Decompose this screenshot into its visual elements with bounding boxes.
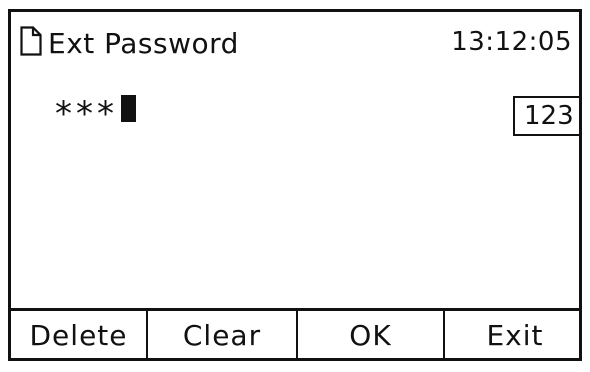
lcd-screen: Ext Password 13:12:05 *** 123 Delete Cle… bbox=[8, 9, 582, 361]
exit-button[interactable]: Exit bbox=[445, 311, 579, 358]
clock: 13:12:05 bbox=[451, 27, 572, 57]
delete-button[interactable]: Delete bbox=[11, 311, 148, 358]
ok-button[interactable]: OK bbox=[298, 311, 445, 358]
text-cursor bbox=[121, 94, 136, 122]
clear-button[interactable]: Clear bbox=[148, 311, 298, 358]
input-mode-indicator: 123 bbox=[513, 96, 579, 136]
softkey-bar: Delete Clear OK Exit bbox=[11, 308, 579, 358]
page-title: Ext Password bbox=[48, 27, 239, 60]
document-icon bbox=[20, 26, 42, 56]
password-input[interactable]: *** bbox=[55, 90, 136, 132]
masked-password: *** bbox=[55, 94, 118, 134]
